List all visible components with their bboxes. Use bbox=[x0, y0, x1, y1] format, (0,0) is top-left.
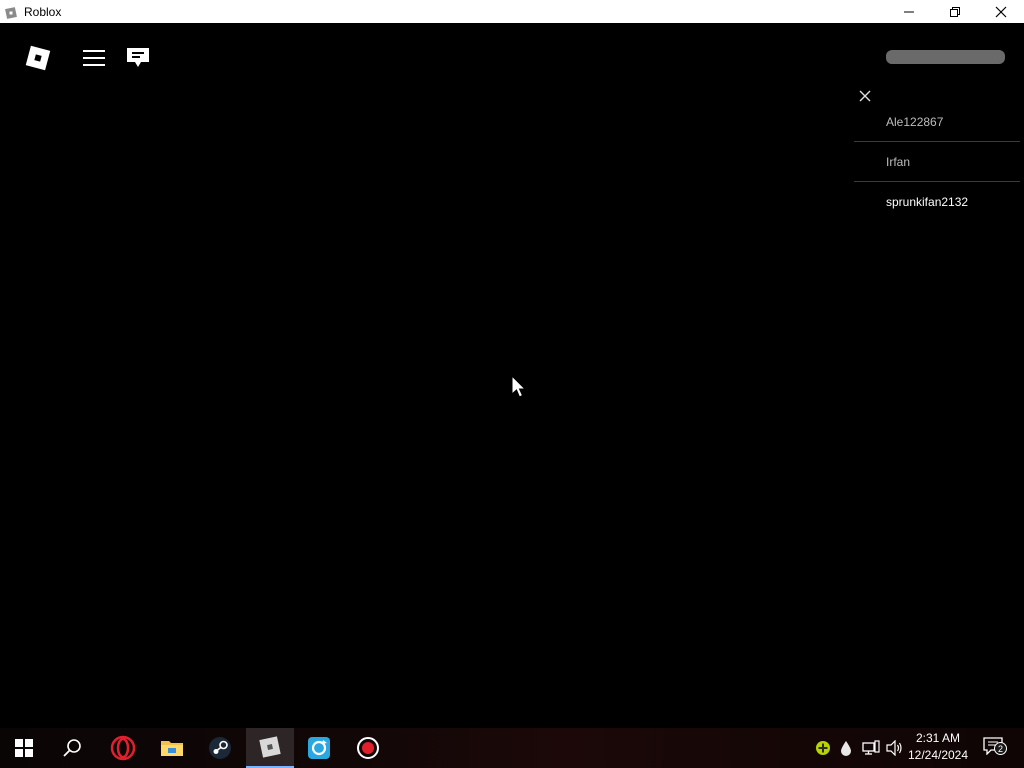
sync-app-taskbar-button[interactable] bbox=[295, 728, 343, 768]
player-list-item[interactable]: Irfan bbox=[854, 142, 1020, 182]
volume-icon[interactable] bbox=[884, 728, 906, 768]
game-viewport[interactable]: Ale122867 Irfan sprunkifan2132 bbox=[0, 23, 1024, 728]
tray-app-icon[interactable] bbox=[812, 728, 834, 768]
plus-badge-icon bbox=[816, 741, 830, 755]
menu-icon[interactable] bbox=[80, 44, 108, 72]
clock-date: 12/24/2024 bbox=[907, 748, 969, 762]
restore-button[interactable] bbox=[932, 0, 978, 23]
taskbar: 2:31 AM 12/24/2024 2 bbox=[0, 728, 1024, 768]
steam-icon bbox=[209, 737, 231, 759]
start-button[interactable] bbox=[0, 728, 48, 768]
player-list-header-bar bbox=[886, 50, 1005, 64]
recorder-taskbar-button[interactable] bbox=[344, 728, 392, 768]
folder-icon bbox=[161, 741, 183, 756]
search-icon bbox=[63, 739, 81, 757]
file-explorer-taskbar-button[interactable] bbox=[148, 728, 196, 768]
minimize-button[interactable] bbox=[886, 0, 932, 23]
player-name: Irfan bbox=[886, 154, 911, 169]
chat-icon[interactable] bbox=[124, 44, 152, 72]
roblox-icon bbox=[259, 736, 281, 758]
player-name: sprunkifan2132 bbox=[886, 195, 969, 209]
opera-icon bbox=[110, 735, 136, 761]
opera-taskbar-button[interactable] bbox=[99, 728, 147, 768]
player-list: Ale122867 Irfan sprunkifan2132 bbox=[854, 102, 1020, 222]
player-list-item[interactable]: Ale122867 bbox=[854, 102, 1020, 142]
roblox-logo-icon[interactable] bbox=[24, 44, 52, 72]
clock-time: 2:31 AM bbox=[915, 731, 961, 745]
player-list-item-self[interactable]: sprunkifan2132 bbox=[854, 182, 1020, 222]
roblox-taskbar-button[interactable] bbox=[246, 728, 294, 768]
window-title: Roblox bbox=[24, 4, 62, 19]
taskbar-clock[interactable]: 2:31 AM 12/24/2024 bbox=[906, 730, 970, 766]
steam-taskbar-button[interactable] bbox=[196, 728, 244, 768]
network-icon[interactable] bbox=[860, 728, 882, 768]
player-name: Ale122867 bbox=[886, 114, 944, 129]
window-titlebar[interactable]: Roblox bbox=[0, 0, 1024, 23]
notification-count-badge: 2 bbox=[994, 742, 1007, 755]
search-button[interactable] bbox=[48, 728, 96, 768]
tray-drop-icon[interactable] bbox=[836, 728, 856, 768]
windows-icon bbox=[15, 739, 33, 757]
window-controls bbox=[886, 0, 1024, 23]
close-button[interactable] bbox=[978, 0, 1024, 23]
mouse-cursor-icon bbox=[511, 374, 527, 404]
record-icon bbox=[357, 737, 379, 759]
roblox-app-icon bbox=[4, 6, 18, 19]
droplet-icon bbox=[841, 741, 851, 756]
sync-icon bbox=[308, 737, 330, 759]
action-center-button[interactable]: 2 bbox=[980, 728, 1008, 768]
